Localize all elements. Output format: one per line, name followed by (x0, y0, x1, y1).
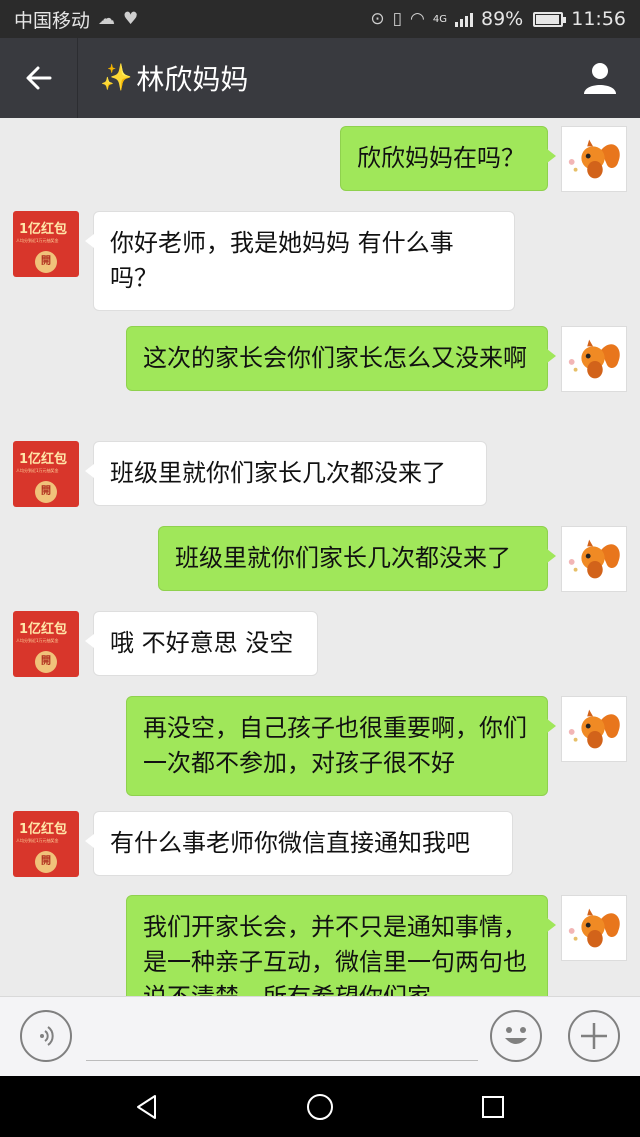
arrow-left-icon (26, 66, 51, 90)
weather-icon: ☁ (98, 9, 116, 29)
message-list[interactable]: 欣欣妈妈在吗？ 1亿红包 人均分到近1万元抽奖金開你好老师，我是她妈妈 有什么事吗？… (0, 118, 640, 996)
system-home-button[interactable] (290, 1082, 350, 1132)
redpacket-subtitle: 人均分到近1万元抽奖金 (16, 838, 59, 843)
circle-home-icon (306, 1093, 333, 1120)
square-recent-icon (482, 1095, 505, 1118)
received-message-bubble[interactable]: 你好老师，我是她妈妈 有什么事吗？ (85, 211, 515, 311)
redpacket-coin-icon: 開 (35, 251, 57, 273)
squirrel-avatar-image (562, 527, 626, 591)
chat-info-button[interactable] (560, 38, 640, 118)
status-left: 中国移动 ☁ ♥ (14, 6, 138, 33)
my-avatar[interactable] (561, 326, 627, 392)
contact-name: 林欣妈妈 (136, 63, 249, 96)
message-input[interactable] (86, 1011, 478, 1061)
status-bar: 中国移动 ☁ ♥ ⊙ ▯ ◠ 4G 89% 11:56 (0, 0, 640, 38)
system-recent-apps-button[interactable] (463, 1082, 523, 1132)
more-options-button[interactable] (568, 1010, 620, 1062)
redpacket-coin-icon: 開 (35, 851, 57, 873)
contact-avatar[interactable]: 1亿红包 人均分到近1万元抽奖金開 (13, 441, 79, 507)
redpacket-title: 1亿红包 (19, 822, 68, 837)
smiley-icon (505, 1027, 527, 1044)
redpacket-title: 1亿红包 (19, 222, 68, 237)
sent-message-bubble[interactable]: 再没空，自己孩子也很重要啊，你们一次都不参加，对孩子很不好 (126, 696, 556, 796)
voice-icon (40, 1026, 54, 1046)
my-avatar[interactable] (561, 126, 627, 192)
redpacket-coin-icon: 開 (35, 481, 57, 503)
back-button[interactable] (0, 38, 78, 118)
contact-avatar[interactable]: 1亿红包 人均分到近1万元抽奖金開 (13, 811, 79, 877)
contact-avatar[interactable]: 1亿红包 人均分到近1万元抽奖金開 (13, 611, 79, 677)
network-type-label: 4G (432, 14, 447, 25)
emoji-button[interactable] (490, 1010, 542, 1062)
chat-title: ✨ 林欣妈妈 (78, 58, 560, 98)
my-avatar[interactable] (561, 526, 627, 592)
contact-avatar[interactable]: 1亿红包 人均分到近1万元抽奖金開 (13, 211, 79, 277)
redpacket-subtitle: 人均分到近1万元抽奖金 (16, 638, 59, 643)
vibrate-icon: ▯ (392, 9, 403, 29)
sent-message-bubble[interactable]: 欣欣妈妈在吗？ (340, 126, 556, 191)
location-icon: ⊙ (370, 9, 385, 29)
carrier-label: 中国移动 (14, 9, 91, 32)
redpacket-subtitle: 人均分到近1万元抽奖金 (16, 238, 59, 243)
sent-message-bubble[interactable]: 班级里就你们家长几次都没来了 (158, 526, 556, 591)
input-bar (0, 996, 640, 1076)
battery-percent-label: 89% (481, 8, 524, 30)
redpacket-subtitle: 人均分到近1万元抽奖金 (16, 468, 59, 473)
voice-button[interactable] (20, 1010, 72, 1062)
received-message-bubble[interactable]: 哦 不好意思 没空 (85, 611, 318, 676)
plus-icon (581, 1023, 607, 1049)
squirrel-avatar-image (562, 327, 626, 391)
sent-message-bubble[interactable]: 这次的家长会你们家长怎么又没来啊 (126, 326, 556, 391)
triangle-back-icon (136, 1094, 156, 1119)
my-avatar[interactable] (561, 895, 627, 961)
redpacket-coin-icon: 開 (35, 651, 57, 673)
health-heart-icon: ♥ (123, 9, 139, 29)
system-navigation-bar (0, 1076, 640, 1137)
squirrel-avatar-image (562, 127, 626, 191)
person-icon (584, 63, 616, 94)
clock-label: 11:56 (571, 8, 626, 30)
redpacket-title: 1亿红包 (19, 452, 68, 467)
battery-icon (533, 11, 567, 27)
cell-signal-icon (455, 11, 473, 27)
chat-header: ✨ 林欣妈妈 (0, 38, 640, 118)
received-message-bubble[interactable]: 班级里就你们家长几次都没来了 (85, 441, 487, 506)
received-message-bubble[interactable]: 有什么事老师你微信直接通知我吧 (85, 811, 513, 876)
wifi-icon: ◠ (410, 9, 425, 29)
sparkle-emoji: ✨ (100, 63, 133, 93)
redpacket-title: 1亿红包 (19, 622, 68, 637)
my-avatar[interactable] (561, 696, 627, 762)
status-right: ⊙ ▯ ◠ 4G 89% 11:56 (370, 8, 626, 30)
squirrel-avatar-image (562, 896, 626, 960)
battery-fill (536, 14, 560, 24)
system-back-button[interactable] (117, 1082, 177, 1132)
sent-message-bubble[interactable]: 我们开家长会，并不只是通知事情，是一种亲子互动，微信里一句两句也说不清楚，所有希… (126, 895, 556, 996)
squirrel-avatar-image (562, 697, 626, 761)
